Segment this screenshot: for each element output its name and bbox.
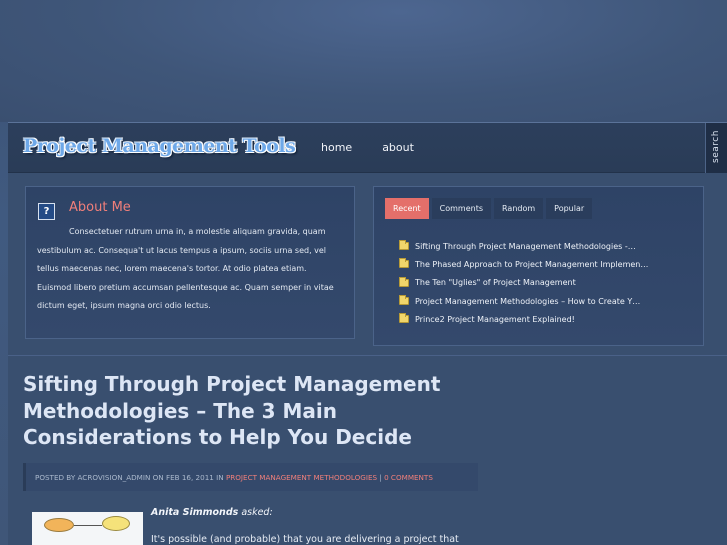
tab-recent[interactable]: Recent	[385, 198, 429, 219]
list-item[interactable]: Prince2 Project Management Explained!	[399, 310, 648, 328]
main-nav: home about	[321, 141, 414, 154]
folder-icon	[399, 258, 409, 269]
folder-icon	[399, 276, 409, 287]
folder-icon	[399, 295, 409, 306]
post-meta-prefix: Posted by Acrovision_admin on Feb 16, 20…	[35, 473, 224, 482]
search-tab[interactable]: search	[705, 123, 727, 173]
question-icon: ?	[38, 203, 55, 220]
post-body-text: It's possible (and probable) that you ar…	[151, 534, 459, 545]
meta-separator: |	[379, 473, 382, 482]
diagram-bubble	[102, 516, 130, 531]
about-me-text: Consectetuer rutrum urna in, a molestie …	[37, 227, 334, 310]
post-title[interactable]: Sifting Through Project Management Metho…	[23, 371, 473, 451]
diagram-connector	[74, 525, 102, 526]
question-asker: Anita Simmonds asked:	[151, 507, 273, 518]
recent-post-link[interactable]: Project Management Methodologies – How t…	[415, 297, 640, 306]
tab-random[interactable]: Random	[494, 198, 544, 219]
diagram-bubble	[44, 518, 74, 532]
post-diagram-thumbnail	[32, 512, 143, 545]
asker-name: Anita Simmonds	[151, 507, 239, 518]
search-tab-label: search	[711, 130, 721, 163]
list-item[interactable]: The Ten "Uglies" of Project Management	[399, 274, 648, 292]
folder-icon	[399, 240, 409, 251]
recent-posts-list: Sifting Through Project Management Metho…	[399, 237, 648, 328]
about-me-title: About Me	[69, 200, 131, 215]
recent-post-link[interactable]: Sifting Through Project Management Metho…	[415, 242, 636, 251]
post-comments-link[interactable]: 0 Comments	[384, 473, 433, 482]
about-me-widget: ? About Me Consectetuer rutrum urna in, …	[25, 186, 355, 339]
post-meta-bar: Posted by Acrovision_admin on Feb 16, 20…	[23, 463, 478, 491]
list-item[interactable]: The Phased Approach to Project Managemen…	[399, 255, 648, 273]
asker-suffix: asked:	[241, 507, 273, 518]
site-logo[interactable]: Project Management Tools	[23, 135, 296, 157]
post-category-link[interactable]: Project Management Methodologies	[226, 473, 377, 482]
list-item[interactable]: Sifting Through Project Management Metho…	[399, 237, 648, 255]
folder-icon	[399, 313, 409, 324]
list-item[interactable]: Project Management Methodologies – How t…	[399, 292, 648, 310]
page-top-background	[0, 0, 727, 122]
posts-tabs-widget: Recent Comments Random Popular Sifting T…	[373, 186, 704, 346]
nav-home-link[interactable]: home	[321, 141, 352, 154]
posts-tabs: Recent Comments Random Popular	[385, 198, 593, 219]
site-frame: Project Management Tools home about sear…	[8, 122, 727, 545]
recent-post-link[interactable]: Prince2 Project Management Explained!	[415, 315, 575, 324]
site-header: Project Management Tools home about sear…	[8, 123, 727, 173]
recent-post-link[interactable]: The Phased Approach to Project Managemen…	[415, 260, 648, 269]
recent-post-link[interactable]: The Ten "Uglies" of Project Management	[415, 278, 576, 287]
post-meta: Posted by Acrovision_admin on Feb 16, 20…	[35, 473, 433, 482]
section-divider	[8, 355, 727, 356]
tab-comments[interactable]: Comments	[431, 198, 492, 219]
nav-about-link[interactable]: about	[382, 141, 414, 154]
tab-popular[interactable]: Popular	[546, 198, 593, 219]
